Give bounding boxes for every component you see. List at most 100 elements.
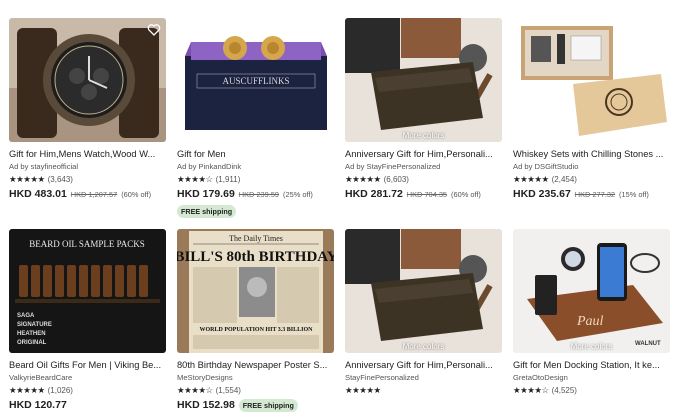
svg-text:WORLD POPULATION HIT 3.3 BILLI: WORLD POPULATION HIT 3.3 BILLION — [200, 327, 314, 333]
product-card[interactable]: The Daily Times BILL'S 80th BIRTHDAY WOR… — [177, 229, 334, 412]
star-rating-icon: ★★★★★ — [9, 385, 45, 395]
newspaper-poster-image: The Daily Times BILL'S 80th BIRTHDAY WOR… — [177, 229, 334, 353]
rating: ★★★★★ (2,454) — [513, 174, 670, 185]
product-image[interactable]: More colors — [345, 18, 502, 142]
original-price: HKD 704.35 — [406, 190, 448, 199]
cufflinks-image: AUSCUFFLINKS — [177, 18, 334, 142]
favorite-heart-icon[interactable] — [147, 23, 161, 37]
seller-name: GretaOtoDesign — [513, 373, 568, 382]
original-price: HKD 1,207.57 — [70, 190, 118, 199]
product-image[interactable] — [9, 18, 166, 142]
seller-name: Ad by DSGiftStudio — [513, 162, 579, 171]
discount: (60% off) — [121, 190, 152, 199]
seller-name: Ad by PinkandDink — [177, 162, 242, 171]
star-rating-icon: ★★★★★ — [345, 174, 381, 184]
price: HKD 152.98 — [177, 399, 235, 411]
star-rating-icon: ★★★★★ — [345, 385, 381, 395]
review-count: (1,554) — [215, 386, 241, 395]
product-title[interactable]: Anniversary Gift for Him,Personali... — [345, 149, 502, 159]
rating: ★★★★☆ (1,911) — [177, 174, 334, 185]
seller-name: Ad by stayfineofficial — [9, 162, 79, 171]
product-image[interactable]: More colors — [345, 229, 502, 353]
product-title[interactable]: 80th Birthday Newspaper Poster S... — [177, 360, 334, 370]
seller-name: MeStoryDesigns — [177, 373, 233, 382]
price: HKD 483.01 — [9, 188, 67, 200]
star-rating-icon: ★★★★★ — [9, 174, 45, 184]
original-price: HKD 277.32 — [574, 190, 616, 199]
whiskey-set-image — [513, 18, 670, 142]
free-shipping-badge: FREE shipping — [177, 205, 237, 218]
rating: ★★★★★ — [345, 385, 502, 396]
product-card[interactable]: Whiskey Sets with Chilling Stones ... Ad… — [513, 18, 670, 200]
product-image[interactable] — [513, 18, 670, 142]
price-line: HKD 152.98 FREE shipping — [177, 399, 334, 412]
svg-text:Paul: Paul — [576, 314, 604, 329]
svg-text:SAGA: SAGA — [17, 313, 35, 319]
product-card[interactable]: More colors Anniversary Gift for Him,Per… — [345, 229, 502, 396]
seller-name: ValkyrieBeardCare — [9, 373, 73, 382]
rating: ★★★★★ (6,603) — [345, 174, 502, 185]
original-price: HKD 239.59 — [238, 190, 280, 199]
price: HKD 179.69 — [177, 188, 235, 200]
wallet-image — [345, 229, 502, 353]
product-title[interactable]: Beard Oil Gifts For Men | Viking Be... — [9, 360, 166, 370]
review-count: (4,525) — [551, 386, 577, 395]
svg-text:ORIGINAL: ORIGINAL — [17, 340, 47, 346]
watch-image — [9, 18, 166, 142]
product-grid: Gift for Him,Mens Watch,Wood W... Ad by … — [0, 0, 682, 418]
product-card[interactable]: AUSCUFFLINKS Gift for Men Ad by PinkandD… — [177, 18, 334, 219]
product-title[interactable]: Gift for Men Docking Station, It ke... — [513, 360, 670, 370]
seller-name: StayFinePersonalized — [345, 373, 419, 382]
product-card[interactable]: BEARD OIL SAMPLE PACKS SAGA SIGNATURE HE… — [9, 229, 166, 411]
discount: (15% off) — [619, 190, 649, 199]
svg-text:The Daily Times: The Daily Times — [229, 234, 283, 243]
product-card[interactable]: Paul WALNUT More colors Gift for Men Doc… — [513, 229, 670, 396]
svg-text:BILL'S 80th BIRTHDAY: BILL'S 80th BIRTHDAY — [177, 249, 334, 265]
product-title[interactable]: Whiskey Sets with Chilling Stones ... — [513, 149, 670, 159]
svg-text:HEATHEN: HEATHEN — [17, 331, 46, 337]
more-colors-badge: More colors — [402, 131, 445, 140]
review-count: (1,026) — [47, 386, 73, 395]
svg-text:WALNUT: WALNUT — [635, 341, 661, 347]
product-image[interactable]: AUSCUFFLINKS — [177, 18, 334, 142]
product-title[interactable]: Gift for Men — [177, 149, 334, 159]
price-line: HKD 179.69 HKD 239.59 (25% off) — [177, 188, 334, 200]
product-card[interactable]: Gift for Him,Mens Watch,Wood W... Ad by … — [9, 18, 166, 200]
product-image[interactable]: The Daily Times BILL'S 80th BIRTHDAY WOR… — [177, 229, 334, 353]
seller-name: Ad by StayFinePersonalized — [345, 162, 441, 171]
product-image[interactable]: Paul WALNUT More colors — [513, 229, 670, 353]
review-count: (2,454) — [551, 175, 577, 184]
star-rating-icon: ★★★★★ — [513, 174, 549, 184]
discount: (25% off) — [283, 190, 313, 199]
beard-oil-image: BEARD OIL SAMPLE PACKS SAGA SIGNATURE HE… — [9, 229, 166, 353]
review-count: (3,643) — [47, 175, 73, 184]
more-colors-badge: More colors — [570, 342, 613, 351]
product-image[interactable]: BEARD OIL SAMPLE PACKS SAGA SIGNATURE HE… — [9, 229, 166, 353]
product-title[interactable]: Anniversary Gift for Him,Personali... — [345, 360, 502, 370]
wallet-image — [345, 18, 502, 142]
more-colors-badge: More colors — [402, 342, 445, 351]
price-line: HKD 120.77 — [9, 399, 166, 411]
price: HKD 235.67 — [513, 188, 571, 200]
star-rating-icon: ★★★★☆ — [177, 385, 213, 395]
product-card[interactable]: More colors Anniversary Gift for Him,Per… — [345, 18, 502, 200]
rating: ★★★★★ (3,643) — [9, 174, 166, 185]
product-title[interactable]: Gift for Him,Mens Watch,Wood W... — [9, 149, 166, 159]
docking-station-image: Paul WALNUT — [513, 229, 670, 353]
review-count: (1,911) — [215, 175, 241, 184]
free-shipping-badge: FREE shipping — [238, 399, 298, 412]
discount: (60% off) — [451, 190, 481, 199]
rating: ★★★★★ (1,026) — [9, 385, 166, 396]
price-line: HKD 483.01 HKD 1,207.57 (60% off) — [9, 188, 166, 200]
review-count: (6,603) — [383, 175, 409, 184]
rating: ★★★★☆ (4,525) — [513, 385, 670, 396]
svg-text:AUSCUFFLINKS: AUSCUFFLINKS — [222, 76, 289, 86]
star-rating-icon: ★★★★☆ — [513, 385, 549, 395]
price: HKD 281.72 — [345, 188, 403, 200]
price-line: HKD 281.72 HKD 704.35 (60% off) — [345, 188, 502, 200]
svg-text:BEARD OIL SAMPLE PACKS: BEARD OIL SAMPLE PACKS — [29, 239, 145, 249]
price: HKD 120.77 — [9, 399, 67, 411]
rating: ★★★★☆ (1,554) — [177, 385, 334, 396]
svg-text:SIGNATURE: SIGNATURE — [17, 322, 52, 328]
price-line: HKD 235.67 HKD 277.32 (15% off) — [513, 188, 670, 200]
